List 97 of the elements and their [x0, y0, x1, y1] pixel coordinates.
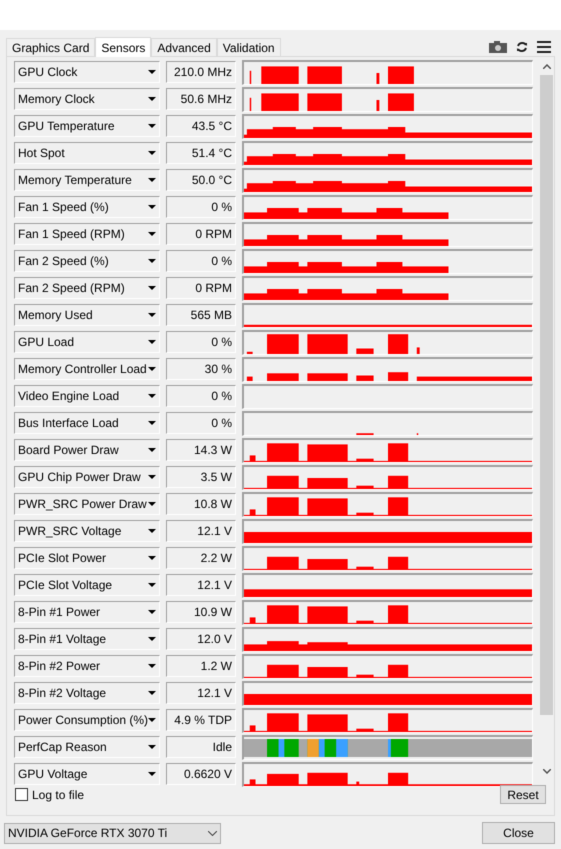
sensor-value: 50.6 MHz	[166, 88, 236, 110]
dropdown-arrow-icon	[148, 475, 156, 479]
scroll-up-icon[interactable]	[542, 64, 550, 69]
sensor-selector[interactable]: GPU Load	[14, 331, 160, 353]
tab[interactable]: Graphics Card	[6, 38, 96, 56]
sensor-selector[interactable]: GPU Voltage	[14, 763, 160, 785]
sensor-value: 50.0 °C	[166, 169, 236, 191]
sensor-value: 30 %	[166, 358, 236, 380]
scrollbar-thumb[interactable]	[540, 75, 553, 715]
close-button[interactable]: Close	[482, 822, 555, 844]
dropdown-arrow-icon	[148, 178, 156, 182]
sensor-selector[interactable]: Board Power Draw	[14, 439, 160, 461]
dropdown-arrow-icon	[148, 70, 156, 74]
sensor-value: 0 %	[166, 196, 236, 218]
sensor-selector[interactable]: Hot Spot	[14, 142, 160, 164]
sensor-value: 2.2 W	[166, 547, 236, 569]
tab[interactable]: Validation	[216, 38, 281, 56]
dropdown-arrow-icon	[148, 583, 156, 587]
sensor-value: 0 RPM	[166, 277, 236, 299]
sensor-value: 51.4 °C	[166, 142, 236, 164]
dropdown-arrow-icon	[148, 259, 156, 263]
tab[interactable]: Sensors	[95, 37, 152, 57]
dropdown-arrow-icon	[148, 394, 156, 398]
sensor-selector[interactable]: 8-Pin #1 Voltage	[14, 628, 160, 650]
dropdown-arrow-icon	[148, 556, 156, 560]
sensor-selector[interactable]: PWR_SRC Power Draw	[14, 493, 160, 515]
sensor-selector[interactable]: Memory Temperature	[14, 169, 160, 191]
sensor-value: 565 MB	[166, 304, 236, 326]
sensor-selector[interactable]: Fan 1 Speed (%)	[14, 196, 160, 218]
checkbox-label: Log to file	[32, 786, 84, 804]
sensor-selector[interactable]: 8-Pin #1 Power	[14, 601, 160, 623]
dropdown-arrow-icon	[148, 205, 156, 209]
sensor-selector[interactable]: GPU Chip Power Draw	[14, 466, 160, 488]
sensor-selector[interactable]: Bus Interface Load	[14, 412, 160, 434]
dropdown-arrow-icon	[148, 502, 156, 506]
dropdown-arrow-icon	[148, 772, 156, 776]
dropdown-arrow-icon	[148, 367, 156, 371]
dropdown-arrow-icon	[148, 610, 156, 614]
dropdown-arrow-icon	[148, 97, 156, 101]
sensor-selector[interactable]: Power Consumption (%)	[14, 709, 160, 731]
sensor-value: Idle	[166, 736, 236, 758]
dropdown-arrow-icon	[148, 637, 156, 641]
dropdown-arrow-icon	[148, 232, 156, 236]
sensor-selector[interactable]: Video Engine Load	[14, 385, 160, 407]
dropdown-arrow-icon	[148, 745, 156, 749]
dropdown-arrow-icon	[148, 718, 156, 722]
sensor-selector[interactable]: PCIe Slot Voltage	[14, 574, 160, 596]
refresh-icon[interactable]	[516, 41, 528, 53]
dropdown-arrow-icon	[148, 124, 156, 128]
sensor-value: 3.5 W	[166, 466, 236, 488]
dropdown-arrow-icon	[148, 691, 156, 695]
sensor-value: 1.2 W	[166, 655, 236, 677]
sensor-selector[interactable]: Fan 2 Speed (%)	[14, 250, 160, 272]
dropdown-arrow-icon	[148, 151, 156, 155]
sensor-selector[interactable]: 8-Pin #2 Power	[14, 655, 160, 677]
sensor-value: 0 %	[166, 412, 236, 434]
dropdown-arrow-icon	[148, 286, 156, 290]
sensor-value: 12.1 V	[166, 682, 236, 704]
sensor-value: 210.0 MHz	[166, 61, 236, 83]
sensor-value: 10.8 W	[166, 493, 236, 515]
dropdown-arrow-icon	[148, 421, 156, 425]
chevron-down-icon	[208, 830, 217, 836]
sensor-value: 43.5 °C	[166, 115, 236, 137]
dropdown-arrow-icon	[148, 313, 156, 317]
tab[interactable]: Advanced	[151, 38, 217, 56]
sensor-selector[interactable]: Fan 1 Speed (RPM)	[14, 223, 160, 245]
sensor-selector[interactable]: PerfCap Reason	[14, 736, 160, 758]
sensor-selector[interactable]: GPU Clock	[14, 61, 160, 83]
sensor-value: 0 %	[166, 385, 236, 407]
menu-icon[interactable]	[537, 41, 551, 53]
sensor-value: 0.6620 V	[166, 763, 236, 785]
sensor-selector[interactable]: Memory Controller Load	[14, 358, 160, 380]
sensor-value: 0 %	[166, 331, 236, 353]
sensor-value: 0 RPM	[166, 223, 236, 245]
dropdown-arrow-icon	[148, 448, 156, 452]
sensor-selector[interactable]: PWR_SRC Voltage	[14, 520, 160, 542]
checkbox[interactable]	[15, 788, 28, 801]
sensor-selector[interactable]: GPU Temperature	[14, 115, 160, 137]
sensor-value: 4.9 % TDP	[166, 709, 236, 731]
sensor-value: 12.1 V	[166, 520, 236, 542]
sensor-value: 12.0 V	[166, 628, 236, 650]
dropdown-arrow-icon	[148, 529, 156, 533]
sensor-selector[interactable]: Memory Used	[14, 304, 160, 326]
sensor-selector[interactable]: 8-Pin #2 Voltage	[14, 682, 160, 704]
camera-icon[interactable]	[489, 41, 507, 53]
sensor-value: 14.3 W	[166, 439, 236, 461]
sensor-selector[interactable]: Memory Clock	[14, 88, 160, 110]
sensor-value: 10.9 W	[166, 601, 236, 623]
scroll-down-icon[interactable]	[542, 769, 550, 774]
sensor-value: 0 %	[166, 250, 236, 272]
sensor-selector[interactable]: PCIe Slot Power	[14, 547, 160, 569]
reset-button[interactable]: Reset	[500, 785, 546, 804]
gpu-select[interactable]: NVIDIA GeForce RTX 3070 Ti	[4, 822, 221, 844]
dropdown-arrow-icon	[148, 664, 156, 668]
sensor-selector[interactable]: Fan 2 Speed (RPM)	[14, 277, 160, 299]
dropdown-arrow-icon	[148, 340, 156, 344]
sensor-value: 12.1 V	[166, 574, 236, 596]
